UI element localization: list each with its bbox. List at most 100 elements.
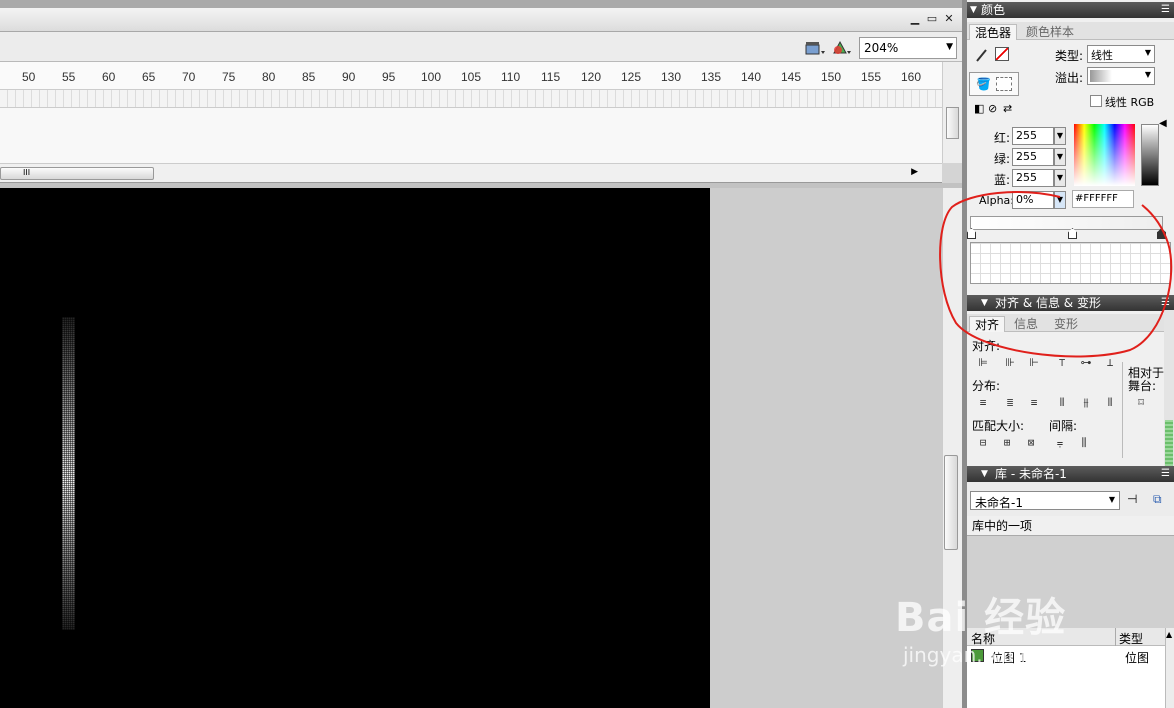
align-vertical-center-icon[interactable]: ⊶ [1077,355,1095,371]
collapse-icon: ▼ [981,298,988,308]
restore-button[interactable]: ▭ [925,12,939,26]
red-dropdown[interactable]: ▼ [1054,127,1066,145]
tab-transform[interactable]: 变形 [1049,316,1083,332]
align-panel-title-text: 对齐 & 信息 & 变形 [995,296,1101,310]
distribute-vcenter-icon[interactable]: ≣ [1001,395,1019,411]
library-list: 位图 1 位图 [967,646,1165,708]
top-strip [0,0,962,8]
blue-input[interactable]: 255 [1012,169,1054,187]
fill-color-tool[interactable]: 🪣 [969,72,1019,96]
to-stage-icon[interactable]: ⌑ [1132,395,1150,411]
chevron-right-icon[interactable]: ▶ [911,167,918,177]
overflow-select[interactable]: ▼ [1087,67,1155,85]
tab-mixer[interactable]: 混色器 [969,24,1018,40]
ruler-tick: 100 [421,70,442,84]
tab-align[interactable]: 对齐 [969,316,1006,332]
chevron-up-icon[interactable]: ▲ [1166,630,1172,639]
align-left-icon[interactable]: ⊫ [974,355,992,371]
distribute-right-icon[interactable]: ⫴ [1101,395,1119,411]
bitmap-icon [971,649,984,662]
blue-label: 蓝: [994,173,1011,187]
tab-info[interactable]: 信息 [1009,316,1043,332]
match-height-icon[interactable]: ⊞ [998,435,1016,451]
distribute-bottom-icon[interactable]: ≡ [1025,395,1043,411]
fill-swatch[interactable] [996,77,1012,91]
ruler-tick: 65 [142,70,156,84]
timeline-horizontal-scrollbar[interactable]: III ▶ [0,163,942,183]
align-right-icon[interactable]: ⊩ [1025,355,1043,371]
red-input[interactable]: 255 [1012,127,1054,145]
stage[interactable] [0,188,710,708]
stroke-color-icon[interactable] [975,47,989,63]
space-horizontal-icon[interactable]: ⫼ [1075,435,1093,451]
type-value: 线性 [1091,49,1113,62]
pin-icon[interactable]: ⊣ [1127,492,1137,506]
linear-rgb-checkbox[interactable] [1090,95,1102,107]
scroll-thumb[interactable] [946,107,959,139]
align-top-icon[interactable]: ⊤ [1053,355,1071,371]
library-scrollbar[interactable]: ▲ [1165,628,1174,708]
name-column-header[interactable]: 名称 [971,630,995,647]
scroll-thumb[interactable]: III [0,167,154,180]
list-item[interactable]: 位图 1 位图 [967,648,1165,666]
ruler-tick: 80 [262,70,276,84]
ruler-tick: 55 [62,70,76,84]
panel-menu-icon[interactable]: ☰ [1161,295,1170,311]
ruler-tick: 60 [102,70,116,84]
timeline-vertical-scrollbar[interactable] [942,62,962,163]
align-panel-title[interactable]: ▼ 对齐 & 信息 & 变形 ☰ [967,295,1174,311]
gradient-definition-bar[interactable] [970,216,1163,230]
type-column-header[interactable]: 类型 [1119,630,1143,647]
stage-vertical-scrollbar[interactable] [942,188,962,708]
gradient-preview [970,242,1171,284]
frame-row[interactable] [0,90,942,108]
ruler-tick: 150 [821,70,842,84]
brightness-slider[interactable] [1141,124,1159,186]
color-panel-tabs: 混色器 颜色样本 [967,22,1174,40]
blue-dropdown[interactable]: ▼ [1054,169,1066,187]
alpha-label: Alpha: [979,194,1014,207]
edit-symbols-icon[interactable] [830,39,852,57]
gradient-shape[interactable] [62,317,75,630]
match-both-icon[interactable]: ⊠ [1022,435,1040,451]
space-vertical-icon[interactable]: ⩦ [1051,435,1069,451]
match-width-icon[interactable]: ⊟ [974,435,992,451]
alpha-dropdown[interactable]: ▼ [1054,191,1066,209]
chevron-down-icon: ▼ [1144,48,1151,57]
item-type: 位图 [1125,651,1150,665]
green-input[interactable]: 255 [1012,148,1054,166]
zoom-dropdown[interactable]: 204% ▼ [859,37,957,59]
brightness-pointer-icon[interactable]: ◀ [1159,118,1167,129]
document-area: ▁ ▭ ✕ 204% ▼ 50 55 60 65 70 75 80 85 90 … [0,0,962,708]
edit-scene-icon[interactable] [804,39,826,57]
stroke-swatch[interactable] [995,47,1009,61]
distribute-top-icon[interactable]: ≡ [974,395,992,411]
align-horizontal-center-icon[interactable]: ⊪ [1001,355,1019,371]
green-dropdown[interactable]: ▼ [1054,148,1066,166]
hex-input[interactable]: #FFFFFF [1072,190,1134,208]
alpha-input[interactable]: 0% [1012,191,1054,209]
tab-swatches[interactable]: 颜色样本 [1021,24,1079,40]
library-document-select[interactable]: 未命名-1 ▼ [970,491,1120,510]
color-spectrum[interactable] [1074,124,1135,186]
close-button[interactable]: ✕ [942,12,956,26]
scroll-thumb[interactable] [944,455,958,550]
distribute-left-icon[interactable]: ⫴ [1053,395,1071,411]
timeline-body[interactable] [0,108,942,163]
panel-scrollbar[interactable] [1164,310,1174,480]
ruler-tick: 115 [541,70,561,84]
type-select[interactable]: 线性 ▼ [1087,45,1155,63]
chevron-down-icon: ▼ [1144,70,1151,79]
library-panel-title[interactable]: ▼ 库 - 未命名-1 ☰ [967,466,1174,482]
panel-menu-icon[interactable]: ☰ [1161,2,1170,18]
panel-menu-icon[interactable]: ☰ [1161,466,1170,482]
new-library-panel-icon[interactable]: ⧉ [1153,492,1162,507]
no-color-icon[interactable]: ⊘ [988,102,997,115]
black-white-icon[interactable]: ◧ [974,102,984,115]
align-panel-tabs: 对齐 信息 变形 [967,314,1174,332]
color-panel-title[interactable]: ▼ 颜色 ☰ [967,2,1174,18]
distribute-hcenter-icon[interactable]: ⫵ [1077,395,1095,411]
align-bottom-icon[interactable]: ⊥ [1101,355,1119,371]
swap-colors-icon[interactable]: ⇄ [1003,102,1012,115]
minimize-button[interactable]: ▁ [908,12,922,26]
